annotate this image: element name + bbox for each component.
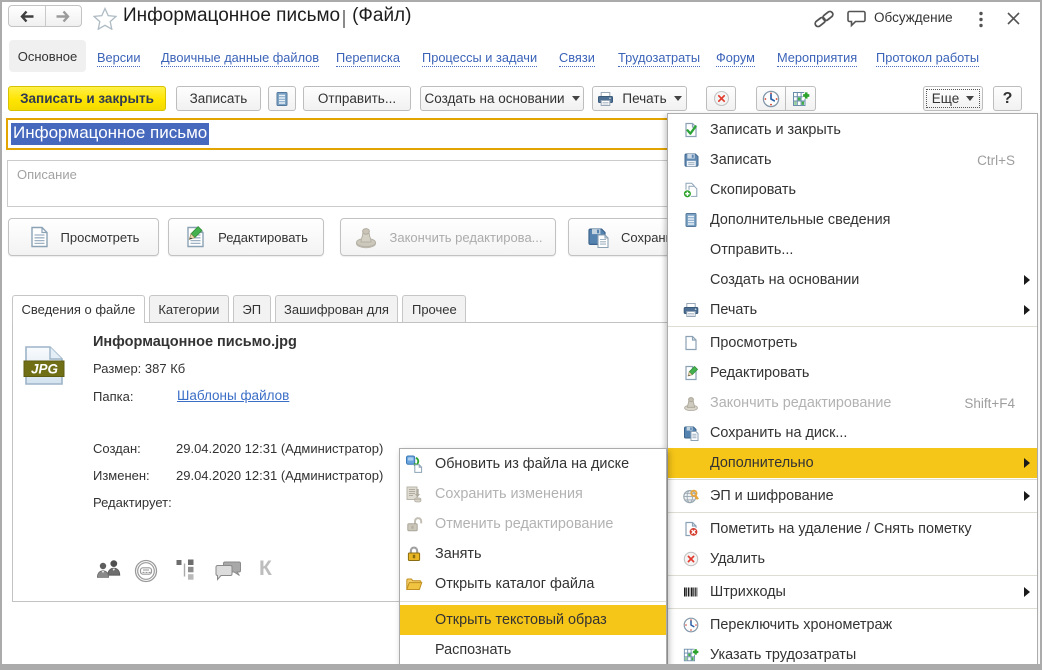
svg-text:JPG: JPG	[31, 362, 59, 377]
